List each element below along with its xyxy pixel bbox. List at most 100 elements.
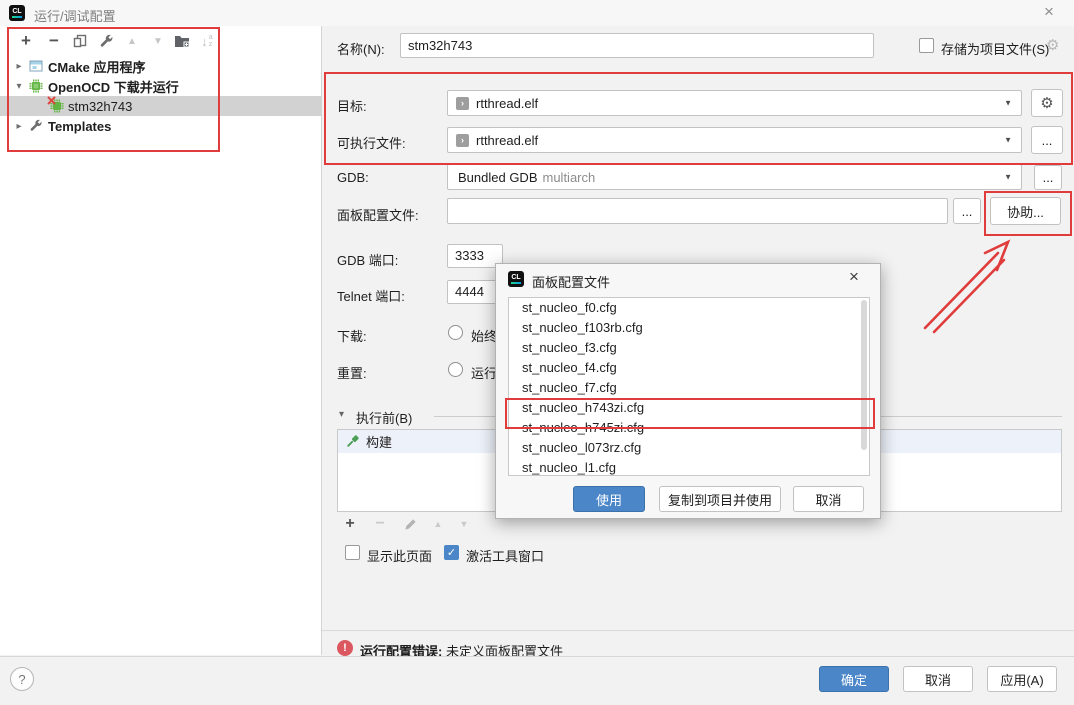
minus-icon: − (49, 31, 59, 50)
sidebar-item-label: stm32h743 (68, 98, 133, 114)
store-as-project-checkbox[interactable] (919, 38, 934, 53)
folder-plus-icon (174, 34, 190, 48)
apply-button[interactable]: 应用(A) (987, 666, 1057, 692)
popup-cancel-button[interactable]: 取消 (793, 486, 864, 512)
plus-icon: + (345, 515, 355, 532)
gdb-combobox[interactable]: Bundled GDB multiarch ▼ (447, 164, 1022, 190)
run-debug-configurations-dialog: CL 运行/调试配置 × + − ▲ ▼ ↓ a z ▸ CMake 应用程序 … (0, 0, 1074, 705)
gdb-browse-button[interactable]: ... (1034, 165, 1062, 190)
reset-run-label[interactable]: 运行 (471, 363, 497, 382)
sidebar-item-templates[interactable]: ▸ Templates (0, 116, 322, 136)
executable-combobox[interactable]: › rtthread.elf ▼ (447, 127, 1022, 153)
sort-z-label: z (208, 41, 213, 48)
check-icon: ✓ (446, 547, 457, 559)
wrench-icon (29, 119, 43, 133)
help-button[interactable]: ? (10, 667, 34, 691)
gdb-value: Bundled GDB (458, 169, 538, 185)
sort-arrow-icon: ↓ (201, 33, 208, 49)
sidebar-item-label: OpenOCD 下载并运行 (48, 79, 179, 95)
activate-tool-window-checkbox[interactable]: ✓ (444, 545, 459, 560)
show-this-page-checkbox[interactable] (345, 545, 360, 560)
sort-configurations-button[interactable]: ↓ a z (197, 31, 217, 51)
chevron-right-icon[interactable]: ▸ (12, 61, 26, 72)
board-config-browse-button[interactable]: ... (953, 198, 981, 224)
dropdown-arrow-icon[interactable]: ▼ (1004, 173, 1012, 182)
edit-configuration-button[interactable] (96, 31, 116, 51)
build-task-label: 构建 (366, 435, 393, 450)
config-file-item[interactable]: st_nucleo_f3.cfg (509, 338, 869, 358)
copy-configuration-button[interactable] (70, 31, 90, 51)
ok-button[interactable]: 确定 (819, 666, 889, 692)
config-file-item[interactable]: st_nucleo_f103rb.cfg (509, 318, 869, 338)
cancel-button[interactable]: 取消 (903, 666, 973, 692)
ellipsis-icon: ... (961, 203, 973, 219)
window-close-icon[interactable]: × (1039, 2, 1059, 22)
target-settings-button[interactable]: ⚙ (1031, 89, 1063, 117)
move-task-up-button[interactable]: ▲ (428, 514, 448, 534)
config-file-item[interactable]: st_nucleo_f7.cfg (509, 378, 869, 398)
gear-icon: ⚙ (1040, 95, 1054, 112)
config-file-item[interactable]: st_nucleo_h745zi.cfg (509, 418, 869, 438)
executable-label: 可执行文件: (337, 136, 406, 151)
name-label: 名称(N): (337, 42, 385, 57)
move-task-down-button[interactable]: ▼ (454, 514, 474, 534)
config-file-item[interactable]: st_nucleo_l1.cfg (509, 458, 869, 475)
before-launch-collapse-icon[interactable]: ▾ (339, 409, 344, 420)
copy-icon (73, 34, 87, 48)
chip-icon (29, 79, 43, 93)
download-label: 下载: (337, 329, 367, 344)
target-label: 目标: (337, 99, 367, 114)
config-file-item[interactable]: st_nucleo_f0.cfg (509, 298, 869, 318)
show-this-page-label[interactable]: 显示此页面 (367, 546, 432, 565)
arrow-down-icon: ▼ (153, 35, 163, 47)
arrow-up-icon: ▲ (127, 35, 137, 47)
wrench-icon (99, 34, 114, 49)
sidebar-item-openocd[interactable]: ▾ OpenOCD 下载并运行 (0, 76, 322, 96)
store-settings-gear-icon[interactable]: ⚙ (1046, 36, 1059, 54)
dropdown-arrow-icon[interactable]: ▼ (1004, 99, 1012, 108)
use-button[interactable]: 使用 (573, 486, 645, 512)
hammer-icon (345, 434, 360, 449)
dropdown-arrow-icon[interactable]: ▼ (1004, 136, 1012, 145)
board-config-input[interactable] (448, 199, 947, 223)
remove-task-button[interactable]: − (370, 514, 390, 534)
sidebar-item-cmake[interactable]: ▸ CMake 应用程序 (0, 56, 322, 76)
copy-to-project-and-use-button[interactable]: 复制到项目并使用 (659, 486, 781, 512)
edit-task-button[interactable] (400, 514, 420, 534)
name-input[interactable] (401, 34, 873, 57)
pencil-icon (404, 518, 417, 531)
arrow-down-icon: ▼ (459, 519, 469, 529)
config-file-item[interactable]: st_nucleo_l073rz.cfg (509, 438, 869, 458)
clion-logo-icon: CL (508, 271, 524, 287)
config-file-item[interactable]: st_nucleo_f4.cfg (509, 358, 869, 378)
assist-button[interactable]: 协助... (990, 197, 1061, 225)
chevron-right-icon[interactable]: ▸ (12, 121, 26, 132)
download-always-label[interactable]: 始终 (471, 326, 497, 345)
board-config-label: 面板配置文件: (337, 208, 419, 223)
popup-close-icon[interactable]: × (844, 267, 864, 287)
reset-run-radio[interactable] (448, 362, 463, 377)
error-icon: ! (337, 640, 353, 656)
list-scrollbar[interactable] (861, 300, 867, 450)
dialog-title: 运行/调试配置 (34, 9, 116, 24)
target-value: rtthread.elf (476, 95, 539, 111)
download-always-radio[interactable] (448, 325, 463, 340)
sidebar-item-label: CMake 应用程序 (48, 59, 146, 75)
cmake-application-icon (29, 59, 43, 73)
new-folder-button[interactable] (172, 31, 192, 51)
add-task-button[interactable]: + (340, 514, 360, 534)
move-down-button[interactable]: ▼ (148, 31, 168, 51)
chevron-down-icon[interactable]: ▾ (12, 81, 26, 92)
ellipsis-icon: ... (1042, 170, 1054, 185)
target-combobox[interactable]: › rtthread.elf ▼ (447, 90, 1022, 116)
popup-title: 面板配置文件 (532, 275, 611, 290)
sidebar-item-stm32h743[interactable]: stm32h743 (0, 96, 322, 116)
executable-browse-button[interactable]: ... (1031, 126, 1063, 154)
add-configuration-button[interactable]: + (16, 31, 36, 51)
move-up-button[interactable]: ▲ (122, 31, 142, 51)
build-target-icon: › (456, 133, 469, 147)
config-file-item-highlighted[interactable]: st_nucleo_h743zi.cfg (509, 398, 869, 418)
activate-tool-window-label[interactable]: 激活工具窗口 (466, 546, 544, 565)
sort-a-label: a (208, 34, 213, 41)
remove-configuration-button[interactable]: − (44, 31, 64, 51)
